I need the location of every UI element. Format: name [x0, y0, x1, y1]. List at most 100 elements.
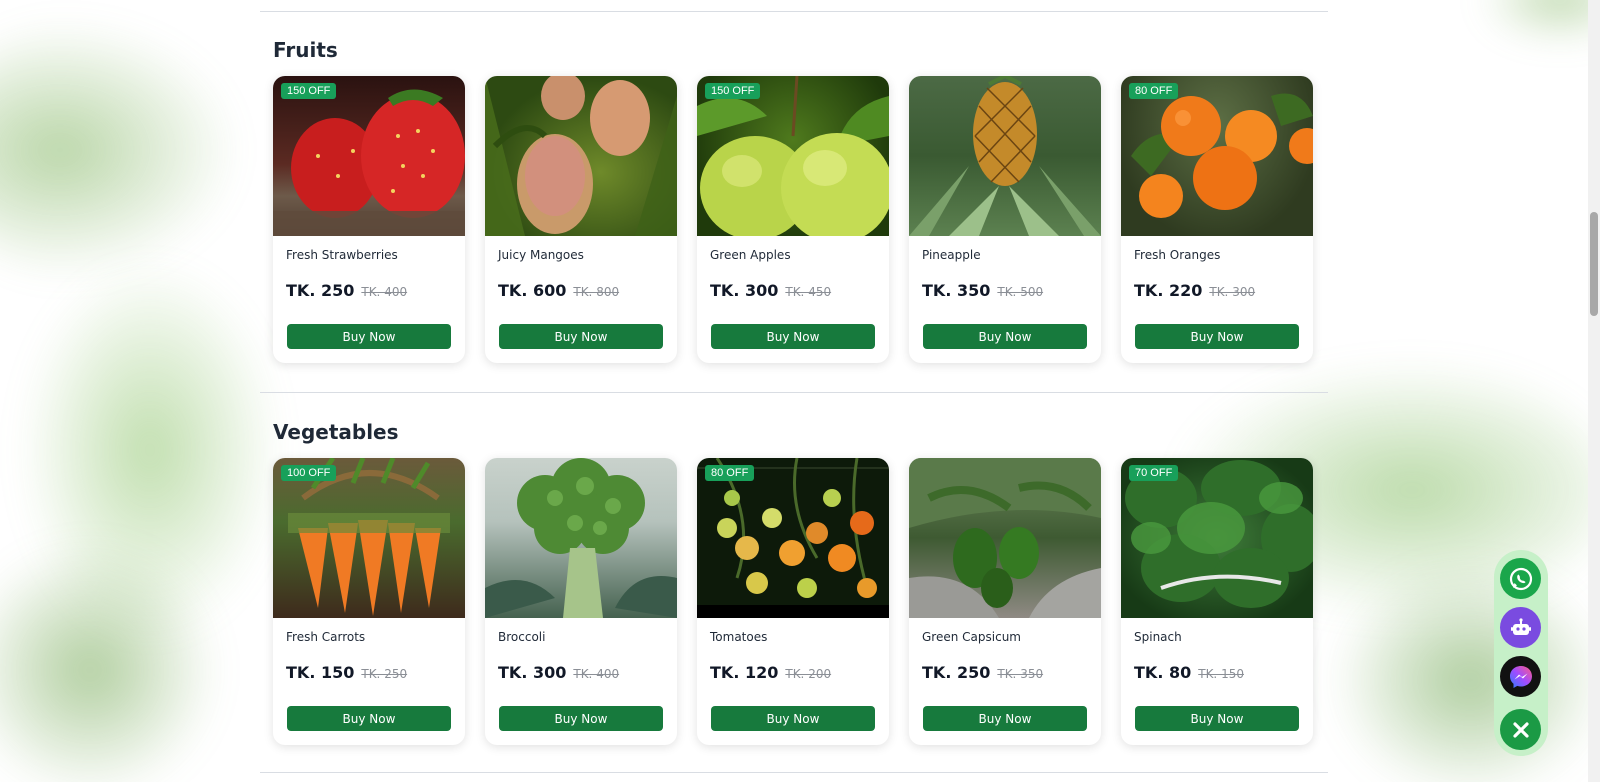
price-row: TK. 300 TK. 400 [498, 663, 619, 682]
original-price: TK. 200 [785, 667, 832, 681]
capsicum-image [909, 458, 1101, 618]
product-price: TK. 600 [498, 281, 567, 300]
product-card[interactable]: Broccoli TK. 300 TK. 400 Buy Now [485, 458, 677, 745]
product-card[interactable]: 100 OFF Fresh Carrots TK. 150 TK. 250 Bu… [273, 458, 465, 745]
product-name: Broccoli [498, 630, 546, 644]
background-palm-leaf [0, 20, 240, 280]
whatsapp-button[interactable] [1500, 558, 1541, 599]
discount-badge: 150 OFF [281, 83, 337, 99]
broccoli-image [485, 458, 677, 618]
messenger-button[interactable] [1500, 656, 1541, 697]
price-row: TK. 120 TK. 200 [710, 663, 831, 682]
strawberry-image [273, 89, 465, 236]
section-title: Fruits [273, 38, 338, 62]
price-row: TK. 250 TK. 400 [286, 281, 407, 300]
product-price: TK. 120 [710, 663, 779, 682]
buy-now-button[interactable]: Buy Now [1135, 706, 1299, 731]
original-price: TK. 300 [1209, 285, 1256, 299]
product-price: TK. 150 [286, 663, 355, 682]
product-card[interactable]: 80 OFF Tomatoes TK. 120 TK. 200 Buy Now [697, 458, 889, 745]
product-price: TK. 250 [922, 663, 991, 682]
original-price: TK. 400 [573, 667, 620, 681]
original-price: TK. 250 [361, 667, 408, 681]
close-icon [1512, 721, 1529, 738]
product-grid: 150 OFF Fresh Strawberries TK. 250 TK. 4… [273, 76, 1313, 363]
original-price: TK. 350 [997, 667, 1044, 681]
buy-now-button[interactable]: Buy Now [499, 706, 663, 731]
product-card[interactable]: Green Capsicum TK. 250 TK. 350 Buy Now [909, 458, 1101, 745]
price-row: TK. 250 TK. 350 [922, 663, 1043, 682]
spinach-image [1125, 460, 1313, 608]
product-image[interactable]: 80 OFF [1121, 76, 1313, 236]
apple-image [697, 76, 889, 236]
product-card[interactable]: 150 OFF Green Apples TK. 300 TK. 450 Buy… [697, 76, 889, 363]
tomato-image [697, 458, 889, 618]
product-price: TK. 300 [498, 663, 567, 682]
discount-badge: 150 OFF [705, 83, 761, 99]
section-divider [260, 772, 1328, 773]
buy-now-button[interactable]: Buy Now [1135, 324, 1299, 349]
price-row: TK. 300 TK. 450 [710, 281, 831, 300]
discount-badge: 70 OFF [1129, 465, 1179, 481]
product-image[interactable]: 150 OFF [697, 76, 889, 236]
product-image[interactable] [909, 458, 1101, 618]
section-title: Vegetables [273, 420, 399, 444]
original-price: TK. 150 [1198, 667, 1244, 681]
product-image[interactable]: 150 OFF [273, 76, 465, 236]
product-image[interactable] [485, 76, 677, 236]
product-image[interactable] [485, 458, 677, 618]
price-row: TK. 350 TK. 500 [922, 281, 1043, 300]
product-name: Green Apples [710, 248, 791, 262]
product-name: Juicy Mangoes [498, 248, 584, 262]
mango-image [485, 76, 677, 236]
product-name: Fresh Carrots [286, 630, 366, 644]
messenger-icon [1509, 665, 1532, 688]
product-name: Fresh Strawberries [286, 248, 398, 262]
buy-now-button[interactable]: Buy Now [499, 324, 663, 349]
product-price: TK. 350 [922, 281, 991, 300]
product-price: TK. 250 [286, 281, 355, 300]
page-scrollbar[interactable] [1588, 0, 1600, 782]
background-palm-leaf [1480, 0, 1600, 40]
section-divider [260, 11, 1328, 12]
price-row: TK. 220 TK. 300 [1134, 281, 1255, 300]
buy-now-button[interactable]: Buy Now [923, 324, 1087, 349]
close-contact-button[interactable] [1500, 709, 1541, 750]
product-image[interactable]: 100 OFF [273, 458, 465, 618]
product-image[interactable] [909, 76, 1101, 236]
product-image[interactable]: 70 OFF [1121, 458, 1313, 618]
product-price: TK. 220 [1134, 281, 1203, 300]
product-card[interactable]: 80 OFF Fresh Oranges TK. 220 TK. 300 Buy… [1121, 76, 1313, 363]
product-price: TK. 300 [710, 281, 779, 300]
section-divider [260, 392, 1328, 393]
buy-now-button[interactable]: Buy Now [923, 706, 1087, 731]
whatsapp-icon [1509, 567, 1532, 590]
product-name: Spinach [1134, 630, 1182, 644]
buy-now-button[interactable]: Buy Now [287, 324, 451, 349]
original-price: TK. 450 [785, 285, 832, 299]
price-row: TK. 600 TK. 800 [498, 281, 619, 300]
price-row: TK. 80 TK. 150 [1134, 663, 1244, 682]
product-name: Fresh Oranges [1134, 248, 1221, 262]
price-row: TK. 150 TK. 250 [286, 663, 407, 682]
buy-now-button[interactable]: Buy Now [287, 706, 451, 731]
product-card[interactable]: 150 OFF Fresh Strawberries TK. 250 TK. 4… [273, 76, 465, 363]
carrot-image [288, 458, 450, 616]
original-price: TK. 500 [997, 285, 1044, 299]
buy-now-button[interactable]: Buy Now [711, 324, 875, 349]
discount-badge: 80 OFF [1129, 83, 1179, 99]
product-image[interactable]: 80 OFF [697, 458, 889, 618]
product-card[interactable]: Juicy Mangoes TK. 600 TK. 800 Buy Now [485, 76, 677, 363]
chatbot-button[interactable] [1500, 607, 1541, 648]
orange-image [1131, 93, 1313, 218]
robot-icon [1510, 617, 1531, 635]
discount-badge: 100 OFF [281, 465, 337, 481]
product-card[interactable]: Pineapple TK. 350 TK. 500 Buy Now [909, 76, 1101, 363]
buy-now-button[interactable]: Buy Now [711, 706, 875, 731]
pineapple-image [909, 76, 1101, 236]
product-grid: 100 OFF Fresh Carrots TK. 150 TK. 250 Bu… [273, 458, 1313, 745]
scrollbar-thumb[interactable] [1590, 212, 1598, 316]
product-price: TK. 80 [1134, 663, 1192, 682]
product-card[interactable]: 70 OFF Spinach TK. 80 TK. 150 Buy Now [1121, 458, 1313, 745]
product-name: Tomatoes [710, 630, 768, 644]
